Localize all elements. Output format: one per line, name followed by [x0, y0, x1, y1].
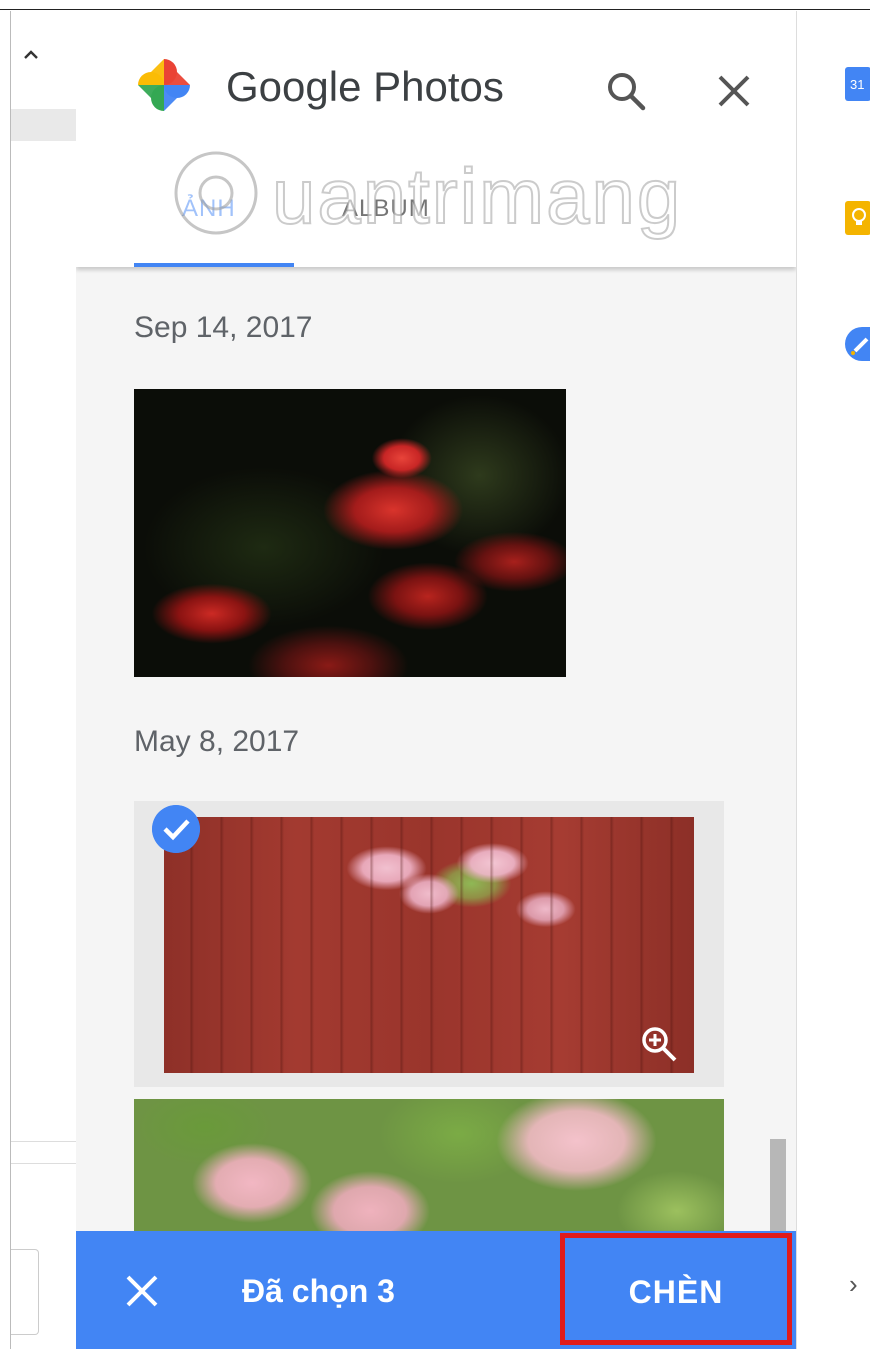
- chevron-up-icon[interactable]: [23, 47, 39, 63]
- active-tab-indicator: [134, 263, 294, 267]
- selection-action-bar: Đã chọn 3 CHÈN: [76, 1231, 796, 1349]
- calendar-icon[interactable]: 31: [845, 67, 870, 101]
- document-side: [10, 11, 77, 1349]
- toolbar-band: [11, 109, 77, 141]
- panel-header: Google Photos ẢNH ALBUM: [76, 11, 796, 267]
- divider: [11, 1163, 77, 1164]
- divider: [11, 1141, 77, 1142]
- tab-photos[interactable]: ẢNH: [182, 195, 236, 223]
- window-top-edge: [0, 0, 870, 10]
- selected-count-label: Đã chọn 3: [242, 1273, 395, 1309]
- insert-button[interactable]: CHÈN: [560, 1233, 792, 1345]
- close-icon[interactable]: [708, 65, 760, 117]
- insert-button-label: CHÈN: [628, 1274, 724, 1310]
- pencil-icon: [851, 337, 869, 355]
- check-icon[interactable]: [152, 805, 200, 853]
- close-icon[interactable]: [122, 1271, 162, 1311]
- zoom-in-icon[interactable]: [638, 1023, 682, 1067]
- keep-icon[interactable]: [845, 201, 870, 235]
- addons-sidebar: 31 ›: [796, 11, 870, 1349]
- text-box-edge: [11, 1249, 39, 1335]
- tasks-icon[interactable]: [845, 327, 870, 361]
- date-header: May 8, 2017: [134, 725, 300, 758]
- scrollbar-thumb[interactable]: [770, 1139, 786, 1239]
- panel-title: Google Photos: [226, 63, 504, 110]
- chevron-right-icon[interactable]: ›: [849, 1269, 870, 1299]
- lightbulb-icon: [852, 208, 866, 225]
- photo-thumbnail[interactable]: [134, 389, 566, 677]
- google-photos-logo: [138, 59, 190, 111]
- photo-thumbnail-selected[interactable]: [164, 817, 694, 1073]
- photo-thumbnail[interactable]: [134, 1099, 724, 1239]
- calendar-day: 31: [850, 77, 865, 92]
- date-header: Sep 14, 2017: [134, 311, 313, 344]
- search-icon[interactable]: [600, 65, 652, 117]
- tab-album[interactable]: ALBUM: [342, 195, 430, 223]
- google-photos-panel: Google Photos ẢNH ALBUM uantrimang Sep 1…: [76, 11, 796, 1349]
